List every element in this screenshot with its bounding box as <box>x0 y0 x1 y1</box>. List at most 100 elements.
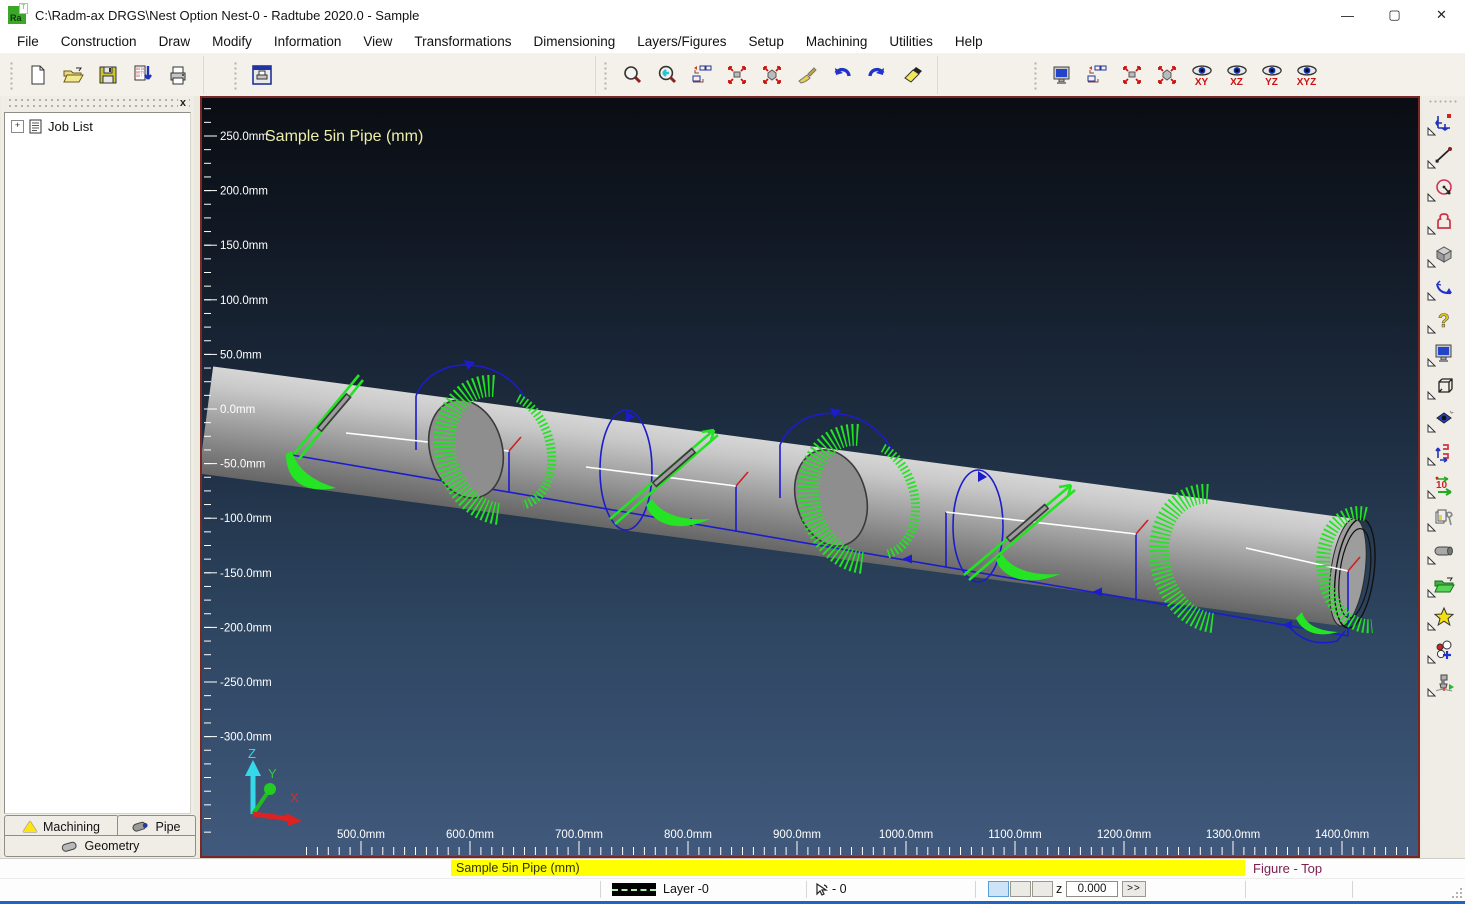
new-file-button[interactable] <box>20 58 55 92</box>
toolbar-drag-handle[interactable] <box>1032 60 1038 90</box>
draw-circle-button[interactable] <box>1426 173 1462 206</box>
zoom-previous-button[interactable] <box>649 58 684 92</box>
zoom-previous-icon <box>656 64 678 86</box>
menu-dimensioning[interactable]: Dimensioning <box>522 32 626 52</box>
view-xyz-button[interactable]: XYZ <box>1289 58 1324 92</box>
svg-text:700.0mm: 700.0mm <box>555 829 603 841</box>
erase-icon <box>901 64 923 86</box>
menu-information[interactable]: Information <box>263 32 353 52</box>
view-xy-button[interactable]: XY <box>1184 58 1219 92</box>
job-settings-button[interactable] <box>1426 503 1462 536</box>
toolbar-drag-handle[interactable] <box>8 60 14 90</box>
flyout-indicator-icon <box>1427 157 1436 172</box>
svg-text:1400.0mm: 1400.0mm <box>1315 829 1369 841</box>
menu-file[interactable]: File <box>6 32 50 52</box>
view-yz-button[interactable]: YZ <box>1254 58 1289 92</box>
menu-modify[interactable]: Modify <box>201 32 263 52</box>
erase-button[interactable] <box>894 58 929 92</box>
scene-canvas: Z Y X 250.0mm200.0mm150.0mm100.0mm50.0mm… <box>202 98 1418 856</box>
viewport-3d[interactable]: Z Y X 250.0mm200.0mm150.0mm100.0mm50.0mm… <box>200 96 1420 858</box>
print-button[interactable] <box>160 58 195 92</box>
auto-dimension-button[interactable]: 10 <box>1426 470 1462 503</box>
open-file-button[interactable] <box>55 58 90 92</box>
draw-profile-button[interactable] <box>1426 206 1462 239</box>
pipe-solid-button[interactable] <box>1426 536 1462 569</box>
expand-coordinates-button[interactable]: >> <box>1122 881 1146 897</box>
menu-machining[interactable]: Machining <box>795 32 879 52</box>
axis-z-label: Z <box>248 746 256 761</box>
fit-extents-3d-2-button[interactable] <box>1149 58 1184 92</box>
fit-extents-2-button[interactable] <box>1114 58 1149 92</box>
menu-layers-figures[interactable]: Layers/Figures <box>626 32 737 52</box>
render-view-button[interactable] <box>1044 58 1079 92</box>
undo-button[interactable] <box>824 58 859 92</box>
svg-text:-100.0mm: -100.0mm <box>220 513 272 525</box>
menu-view[interactable]: View <box>352 32 403 52</box>
open-job-button[interactable] <box>1426 569 1462 602</box>
solid-cube-button[interactable] <box>1426 239 1462 272</box>
flyout-indicator-icon <box>1427 586 1436 601</box>
tree-expand-icon[interactable]: + <box>11 120 24 133</box>
toolbar-drag-handle[interactable] <box>1428 99 1459 105</box>
redo-button[interactable] <box>859 58 894 92</box>
menu-setup[interactable]: Setup <box>738 32 795 52</box>
plane-yz-button[interactable] <box>1032 881 1053 897</box>
fit-extents-button[interactable] <box>719 58 754 92</box>
help-query-button[interactable]: ? <box>1426 305 1462 338</box>
favorites-button[interactable] <box>1426 602 1462 635</box>
fit-extents-3d-button[interactable] <box>754 58 789 92</box>
print-preview-icon <box>251 64 273 86</box>
svg-text:100.0mm: 100.0mm <box>220 295 268 307</box>
tab-geometry[interactable]: Geometry <box>4 835 196 857</box>
transform-paths-button[interactable] <box>1426 437 1462 470</box>
flyout-indicator-icon <box>1427 256 1436 271</box>
view-orientation-button[interactable] <box>1426 404 1462 437</box>
wireframe-box-button[interactable] <box>1426 371 1462 404</box>
menu-utilities[interactable]: Utilities <box>878 32 944 52</box>
svg-text:900.0mm: 900.0mm <box>773 829 821 841</box>
view-xz-label: XZ <box>1230 78 1243 87</box>
svg-text:200.0mm: 200.0mm <box>220 186 268 198</box>
draw-arc-icon <box>1433 276 1455 301</box>
minimize-button[interactable]: — <box>1324 0 1371 30</box>
resize-grip[interactable] <box>1451 887 1463 899</box>
main-area: x + Job List Machining Pipe <box>0 96 1465 858</box>
panel-tabs: Machining Pipe Geometry <box>4 815 191 856</box>
save-file-icon <box>97 64 119 86</box>
flyout-indicator-icon <box>1427 124 1436 139</box>
insert-node-button[interactable] <box>1426 635 1462 668</box>
toolbar-projection-group: XY XZ YZXYZ <box>1028 56 1332 94</box>
axis-y-label: Y <box>268 766 277 781</box>
window-layout-button[interactable] <box>684 58 719 92</box>
redraw-brush-button[interactable] <box>789 58 824 92</box>
close-button[interactable]: ✕ <box>1418 0 1465 30</box>
menu-draw[interactable]: Draw <box>148 32 202 52</box>
view-xz-button[interactable]: XZ <box>1219 58 1254 92</box>
job-list-node[interactable]: + Job List <box>5 113 190 134</box>
print-preview-button[interactable] <box>244 58 279 92</box>
plane-xz-button[interactable] <box>1010 881 1031 897</box>
menu-transformations[interactable]: Transformations <box>403 32 522 52</box>
toolbar-drag-handle[interactable] <box>232 60 238 90</box>
window-layout-2-icon <box>1086 64 1108 86</box>
machine-head-button[interactable] <box>1426 668 1462 701</box>
plane-xy-button[interactable] <box>988 881 1009 897</box>
save-file-button[interactable] <box>90 58 125 92</box>
panel-close-icon[interactable]: x <box>178 97 188 109</box>
status-bar: Sample 5in Pipe (mm) Figure - Top Layer … <box>0 858 1465 904</box>
render-monitor-button[interactable] <box>1426 338 1462 371</box>
window-layout-2-button[interactable] <box>1079 58 1114 92</box>
draw-line-button[interactable] <box>1426 140 1462 173</box>
zoom-button[interactable] <box>614 58 649 92</box>
maximize-button[interactable]: ▢ <box>1371 0 1418 30</box>
panel-drag-handle[interactable]: x <box>5 98 190 111</box>
z-coordinate-input[interactable]: 0.000 <box>1066 881 1118 897</box>
menu-construction[interactable]: Construction <box>50 32 148 52</box>
layer-color-swatch[interactable] <box>612 883 656 896</box>
nc-code-output-button[interactable]: GOIXGOIYGO! <box>125 58 160 92</box>
toolbar-drag-handle[interactable] <box>602 60 608 90</box>
dimension-bounds-button[interactable] <box>1426 107 1462 140</box>
machine-head-icon <box>1433 672 1455 697</box>
draw-arc-button[interactable] <box>1426 272 1462 305</box>
menu-help[interactable]: Help <box>944 32 994 52</box>
